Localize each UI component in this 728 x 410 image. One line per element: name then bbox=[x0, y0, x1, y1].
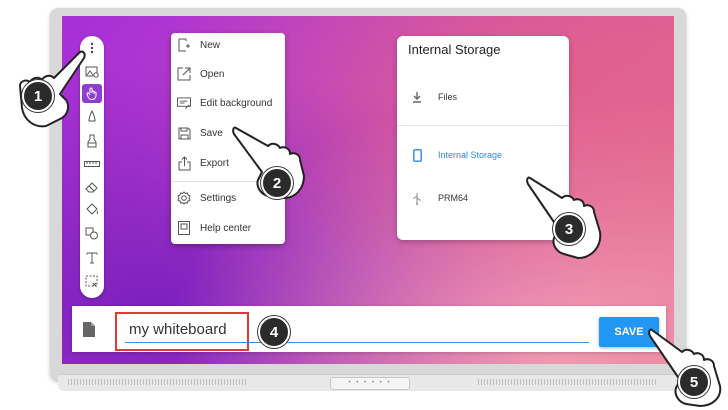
menu-item-label: Save bbox=[200, 127, 223, 139]
download-icon bbox=[410, 91, 424, 103]
menu-item-label: Help center bbox=[200, 222, 252, 234]
speaker-grille-right bbox=[478, 379, 658, 385]
usb-icon bbox=[410, 192, 424, 205]
eraser-icon[interactable] bbox=[82, 177, 102, 196]
storage-item-label: PRM64 bbox=[438, 193, 469, 203]
save-icon bbox=[177, 126, 191, 140]
highlighter-icon[interactable] bbox=[82, 131, 102, 150]
menu-item-label: Settings bbox=[200, 192, 237, 204]
text-icon[interactable] bbox=[82, 248, 102, 267]
menu-item-label: New bbox=[200, 39, 221, 51]
menu-item-new[interactable]: New bbox=[171, 33, 285, 57]
fill-bucket-icon[interactable] bbox=[82, 200, 102, 219]
step-badge: 2 bbox=[261, 167, 293, 199]
shapes-icon[interactable] bbox=[82, 224, 102, 243]
storage-item-internal-storage[interactable]: Internal Storage bbox=[397, 143, 569, 167]
step-badge: 1 bbox=[22, 80, 54, 112]
menu-item-edit-background[interactable]: Edit background bbox=[171, 91, 285, 115]
display-bottom-panel: • • • • • • bbox=[58, 374, 678, 391]
edit-background-icon bbox=[177, 96, 191, 110]
export-icon bbox=[177, 155, 191, 170]
filename-input[interactable]: my whiteboard bbox=[129, 321, 227, 338]
new-file-icon bbox=[177, 38, 191, 52]
menu-item-label: Open bbox=[200, 68, 225, 80]
storage-title: Internal Storage bbox=[408, 42, 501, 57]
screen-capture-icon[interactable] bbox=[82, 272, 102, 291]
storage-item-label: Internal Storage bbox=[438, 150, 503, 160]
step-badge: 3 bbox=[553, 213, 585, 245]
speaker-grille-left bbox=[68, 379, 248, 385]
ruler-icon[interactable] bbox=[82, 154, 102, 173]
open-icon bbox=[177, 67, 191, 81]
filename-input-underline bbox=[125, 342, 589, 343]
step-badge: 5 bbox=[678, 366, 710, 398]
menu-item-open[interactable]: Open bbox=[171, 62, 285, 86]
storage-item-label: Files bbox=[438, 92, 458, 102]
help-center-icon bbox=[177, 221, 191, 235]
menu-item-label: Edit background bbox=[200, 97, 273, 109]
phone-icon bbox=[410, 148, 424, 162]
menu-item-help-center[interactable]: Help center bbox=[171, 216, 285, 240]
front-control-panel: • • • • • • bbox=[330, 377, 410, 390]
document-icon bbox=[83, 322, 95, 337]
step-badge: 4 bbox=[258, 316, 290, 348]
storage-item-files[interactable]: Files bbox=[397, 85, 569, 109]
storage-divider bbox=[397, 125, 569, 126]
settings-icon bbox=[177, 191, 191, 205]
menu-item-label: Export bbox=[200, 157, 229, 169]
